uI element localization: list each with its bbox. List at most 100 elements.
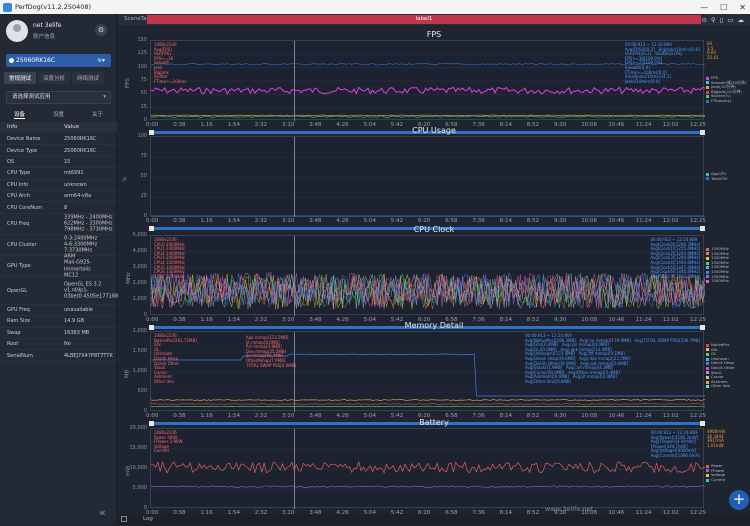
info-header-value: Value <box>64 124 79 130</box>
x-tick-label: 10:08 <box>581 218 597 224</box>
info-header-key: Info <box>7 124 17 130</box>
device-selector[interactable]: 25060RK16C ≋▾ <box>6 54 111 67</box>
y-tick-label: 100 <box>121 133 147 139</box>
subtab-settings[interactable]: 设置 <box>53 110 64 119</box>
time-marker[interactable] <box>294 429 295 509</box>
y-tick-label: 500 <box>121 388 147 394</box>
pin-icon[interactable]: ⚲ <box>711 16 716 24</box>
legend-item[interactable]: FTime(ms) <box>706 99 746 104</box>
time-marker[interactable] <box>294 41 295 121</box>
info-row: Device Type25060RK16C <box>0 145 117 156</box>
tab-label1[interactable]: label1 <box>147 15 701 24</box>
chart-annotation: 00:00:913 ~ 12:24:869 Avg(NativePss)[196… <box>525 334 700 385</box>
chart-annotation: 1080x2236 Avg(FPS) Var(FPS) FPS>=18 Smoo… <box>154 43 186 84</box>
collapse-sidebar-icon[interactable]: « <box>99 506 106 519</box>
info-row: GPU TypeARM Mali-G925-Immortalis MC12 <box>0 256 117 277</box>
sidebar: net 3elife 账户信息 ⚙ 25060RK16C ≋▾ 常规测试 深度分… <box>0 14 117 525</box>
avatar[interactable] <box>6 20 28 42</box>
mode-tab-normal[interactable]: 常规测试 <box>4 72 36 84</box>
chevron-down-icon: ▾ <box>103 92 106 103</box>
series-line <box>151 116 705 118</box>
folder-icon[interactable]: ▭ <box>727 16 733 24</box>
info-row: OpenGLOpenGL ES 3.2 v1.r49p1-03bet0.4505… <box>0 277 117 305</box>
info-value: 0-3:2400MHz 4-6:3300MHz 7:3730MHz <box>64 236 116 255</box>
legend-swatch <box>706 465 709 468</box>
legend-swatch <box>706 275 709 278</box>
subtab-about[interactable]: 关于 <box>92 110 103 119</box>
y-tick-label: 50 <box>121 173 147 179</box>
chart-plot-area[interactable] <box>150 136 704 216</box>
chart-plot-area[interactable]: 1080x2236 NativePss[261.72MB] Gfx GL Unk… <box>150 331 704 411</box>
info-key: SerialNum <box>7 353 33 359</box>
legend-swatch <box>706 100 709 103</box>
info-key: GPU Freq <box>7 307 30 313</box>
legend-item[interactable]: Current <box>706 478 725 483</box>
legend-swatch <box>706 358 709 361</box>
chart-plot-area[interactable]: 1080x2236 Power 4900 FPower 2.96W Voltag… <box>150 428 704 508</box>
chart-annotation: 00:00:913 ~ 12:24:869 Avg(Power)[4506.3m… <box>651 431 700 459</box>
info-key: CPU Info <box>7 182 28 188</box>
info-key: OpenGL <box>7 288 27 294</box>
info-value: mt6991 <box>64 170 116 176</box>
x-tick-label: 5:04 <box>364 218 376 224</box>
y-tick-label: 1,500 <box>121 348 147 354</box>
info-value: unavailable <box>64 307 116 313</box>
add-button[interactable]: + <box>729 490 749 510</box>
user-settings-icon[interactable]: ⚙ <box>95 24 107 36</box>
chart-title: CPU Usage <box>118 126 750 135</box>
chart-svg <box>151 137 705 217</box>
cloud-icon[interactable]: ☁ <box>738 16 745 24</box>
legend-swatch <box>706 177 709 180</box>
sidebar-subtabs: 设备 设置 关于 <box>0 110 117 119</box>
legend-swatch <box>706 376 709 379</box>
legend-swatch <box>706 91 709 94</box>
info-row: RootNo <box>0 339 117 350</box>
time-marker[interactable] <box>294 236 295 316</box>
y-tick-label: 75 <box>121 153 147 159</box>
y-tick-label: 2,000 <box>121 328 147 334</box>
series-line <box>151 404 705 405</box>
y-tick-label: 0 <box>121 312 147 318</box>
side-values: 60 3.5 0.00 25.41 <box>707 42 718 60</box>
legend-item[interactable]: Other dev <box>706 384 735 389</box>
info-key: Swap <box>7 330 21 336</box>
subtab-device[interactable]: 设备 <box>14 110 25 119</box>
x-tick-label: 1:54 <box>228 218 240 224</box>
watermark-text: www.3elife.net <box>545 505 593 513</box>
y-tick-label: 50 <box>121 90 147 96</box>
series-line <box>151 87 705 93</box>
mode-tab-network[interactable]: 网络测试 <box>72 72 104 84</box>
legend-item[interactable]: 1300MHz <box>706 279 729 284</box>
info-key: CPU Arch <box>7 193 30 199</box>
legend-swatch <box>706 469 709 472</box>
y-tick-label: 0 <box>121 117 147 123</box>
maximize-icon[interactable]: ☐ <box>720 3 727 12</box>
info-row: Swap16383 MB <box>0 328 117 339</box>
legend-swatch <box>706 371 709 374</box>
time-marker[interactable] <box>294 137 295 217</box>
log-checkbox[interactable] <box>121 516 127 522</box>
x-tick-label: 5:42 <box>391 218 403 224</box>
chart-plot-area[interactable]: 1080x2236 Avg(FPS) Var(FPS) FPS>=18 Smoo… <box>150 40 704 120</box>
account-info-link[interactable]: 账户信息 <box>33 32 55 40</box>
device-icon[interactable]: ▯ <box>720 16 724 24</box>
legend-swatch <box>706 385 709 388</box>
legend-item[interactable]: TotalCPU <box>706 177 728 182</box>
chart-svg <box>151 236 705 316</box>
info-value: 339MHz - 2400MHz 622MHz - 3300MHz 798MHz… <box>64 215 116 234</box>
location-icon[interactable]: ⊙ <box>702 16 707 24</box>
scene-tabbar: SceneTab label1 ⊙ ⚲ ▯ ▭ ☁ <box>118 14 750 25</box>
legend-label: 1300MHz <box>711 279 729 284</box>
app-select-placeholder: 请选择测试应用 <box>12 94 51 100</box>
mode-tab-deep[interactable]: 深度分析 <box>38 72 70 84</box>
series-line <box>151 115 705 116</box>
y-tick-label: 25 <box>121 193 147 199</box>
device-info-list: Device Name25060RK16CDevice Type25060RK1… <box>0 134 117 362</box>
chart-plot-area[interactable]: 1080x2236 CPU0 2400MHz CPU1 2400MHz CPU2… <box>150 235 704 315</box>
app-select[interactable]: 请选择测试应用 ▾ <box>6 91 111 104</box>
y-tick-label: 25 <box>121 104 147 110</box>
y-tick-label: 1,000 <box>121 368 147 374</box>
minimize-icon[interactable]: — <box>700 3 708 12</box>
close-icon[interactable]: ✕ <box>739 3 746 12</box>
chart-panel: Memory DetailMB2,0001,5001,00050001080x2… <box>118 321 750 429</box>
